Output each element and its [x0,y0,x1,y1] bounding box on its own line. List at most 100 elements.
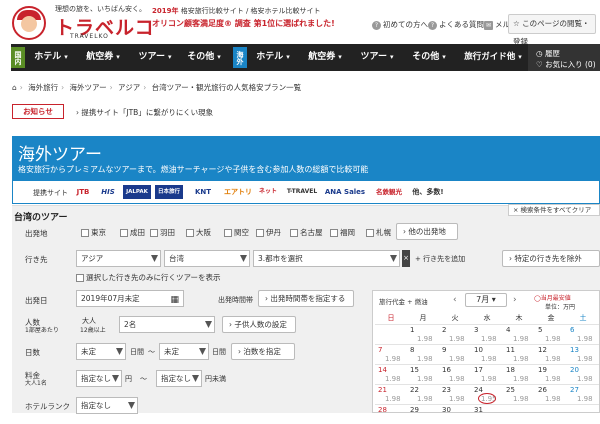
nav-domestic-air[interactable]: 航空券 ▾ [78,44,128,71]
calendar-day[interactable]: 30 [439,404,471,424]
calendar-day[interactable]: 11 1.98 [503,344,535,364]
price-from-select[interactable]: 指定なし [76,370,122,387]
hotel-rank-select[interactable]: 指定なし [76,397,138,414]
history-link[interactable]: ◷ 履歴 [536,48,560,59]
checkbox-sapporo[interactable]: 札幌 [366,227,391,238]
favorites-link[interactable]: ♡ お気に入り (0) [536,59,596,70]
month-select[interactable]: 7月 ▾ [465,293,507,307]
calendar-day[interactable]: 25 1.98 [503,384,535,404]
days-to-select[interactable]: 未定 [159,343,209,360]
partner-logo: JTB [76,188,90,196]
calendar-day[interactable]: 10 1.98 [471,344,503,364]
other-departure-button[interactable]: › 他の出発地 [396,223,458,240]
bookmark-button[interactable]: ☆ このページの閲覧・登録 [508,14,596,46]
home-icon[interactable]: ⌂ [12,83,17,92]
calendar-day[interactable]: 7 1.98 [375,344,407,364]
nav-domestic-hotel[interactable]: ホテル ▾ [28,44,74,71]
heart-icon: ♡ [536,60,546,69]
nav-overseas-other[interactable]: その他 ▾ [404,44,454,71]
calendar-day[interactable]: 16 1.98 [439,364,471,384]
calendar-day[interactable]: 15 1.98 [407,364,439,384]
date-input[interactable]: 2019年07月未定 ▦ [76,290,184,307]
calendar-day[interactable]: 2 1.98 [439,324,471,344]
checkbox-kansai[interactable]: 関空 [224,227,249,238]
calendar-day-number: 14 [378,366,387,374]
nav-overseas-hotel[interactable]: ホテル ▾ [250,44,296,71]
nav-domestic-tour[interactable]: ツアー ▾ [130,44,180,71]
calendar-day[interactable]: 28 [375,404,407,424]
departure-time-button[interactable]: › 出発時間帯を指定する [258,290,354,307]
partners-label: 提携サイト [33,189,68,197]
clear-conditions-button[interactable]: × 検索条件をすべてクリア [508,204,600,216]
calendar-day[interactable]: 5 1.98 [535,324,567,344]
price-to-select[interactable]: 指定なし [156,370,202,387]
next-month-icon[interactable]: › [513,295,517,305]
calendar-day[interactable]: 24 1.95 [471,384,503,404]
nav-overseas-air[interactable]: 航空券 ▾ [300,44,350,71]
dest-country-select[interactable]: 台湾 [164,250,250,267]
calendar-day-number: 12 [538,346,547,354]
checkbox-nagoya[interactable]: 名古屋 [290,227,323,238]
partner-logo: KNT [194,188,212,196]
exclude-dest-button[interactable]: › 特定の行き先を除外 [502,250,600,267]
checkbox-osaka[interactable]: 大阪 [186,227,211,238]
calendar-day[interactable]: 27 1.98 [567,384,599,404]
notice-link[interactable]: › 提携サイト「JTB」に繋がりにくい現象 [76,107,213,118]
calendar-day[interactable]: 29 [407,404,439,424]
remove-dest-icon[interactable]: × [402,250,410,267]
checkbox-fukuoka[interactable]: 福岡 [330,227,355,238]
calendar-day-number: 21 [378,386,387,394]
calendar-day[interactable]: 23 1.98 [439,384,471,404]
prev-month-icon[interactable]: ‹ [453,295,457,305]
award-line2: オリコン顧客満足度® 調査 第1位に選ばれました! [152,19,335,28]
weekday-header: 月 [419,314,427,322]
days-unit: 日間 [130,348,144,356]
breadcrumb-item[interactable]: 海外ツアー [70,83,107,92]
calendar-day[interactable]: 19 1.98 [535,364,567,384]
adult-sub-label: 12歳以上 [80,327,106,334]
adult-count-select[interactable]: 2名 [119,316,215,333]
mascot-logo-icon[interactable] [12,6,46,40]
nav-overseas-tour[interactable]: ツアー ▾ [352,44,402,71]
breadcrumb-item[interactable]: アジア [118,83,140,92]
calendar-day[interactable]: 4 1.98 [503,324,535,344]
days-from-select[interactable]: 未定 [76,343,126,360]
calendar-day[interactable]: 8 1.98 [407,344,439,364]
nights-button[interactable]: › 泊数を指定 [231,343,295,360]
calendar-day[interactable]: 1 1.98 [407,324,439,344]
checkbox-haneda[interactable]: 羽田 [150,227,175,238]
nav-travel-guide[interactable]: 旅行ガイド他 ▾ [462,44,524,71]
calendar-day[interactable]: 13 1.98 [567,344,599,364]
calendar-day[interactable]: 17 1.98 [471,364,503,384]
add-dest-link[interactable]: + 行き先を追加 [415,254,465,264]
calendar-day[interactable]: 22 1.98 [407,384,439,404]
dest-city-select[interactable]: 3.都市を選択 [253,250,400,267]
calendar-day[interactable]: 9 1.98 [439,344,471,364]
award-banner[interactable]: 2019年 格安旅行比較サイト / 格安ホテル比較サイト オリコン顧客満足度® … [152,6,352,29]
calendar-day[interactable]: 14 1.98 [375,364,407,384]
breadcrumb-item[interactable]: 海外旅行 [28,83,58,92]
checkbox-narita[interactable]: 成田 [120,227,145,238]
calendar-day-number: 5 [538,326,543,334]
calendar-day[interactable]: 21 1.98 [375,384,407,404]
calendar-day[interactable]: 18 1.98 [503,364,535,384]
calendar-day[interactable]: 3 1.98 [471,324,503,344]
child-count-button[interactable]: › 子供人数の設定 [222,316,296,333]
checkbox-itami[interactable]: 伊丹 [256,227,281,238]
link-faq[interactable]: ? よくある質問 [428,19,484,30]
clock-icon: ◷ [536,49,545,58]
dest-region-select[interactable]: アジア [76,250,161,267]
calendar-day[interactable]: 26 1.98 [535,384,567,404]
nav-domestic-other[interactable]: その他 ▾ [180,44,228,71]
checkbox-selected-only[interactable]: 選択した行き先のみに行くツアーを表示 [76,272,221,283]
checkbox-tokyo[interactable]: 東京 [81,227,106,238]
help-icon: ? [428,20,437,30]
lowest-price-circle-icon [478,393,496,404]
calendar-day[interactable]: 6 1.98 [567,324,599,344]
calendar-day[interactable]: 12 1.98 [535,344,567,364]
calendar-day[interactable]: 31 [471,404,503,424]
calendar-legend: ◯当月最安値 [534,295,571,302]
calendar-header: 旅行代金 + 燃油 [379,298,428,306]
calendar-day[interactable]: 20 1.98 [567,364,599,384]
link-first-time[interactable]: ? 初めての方へ [372,19,428,30]
